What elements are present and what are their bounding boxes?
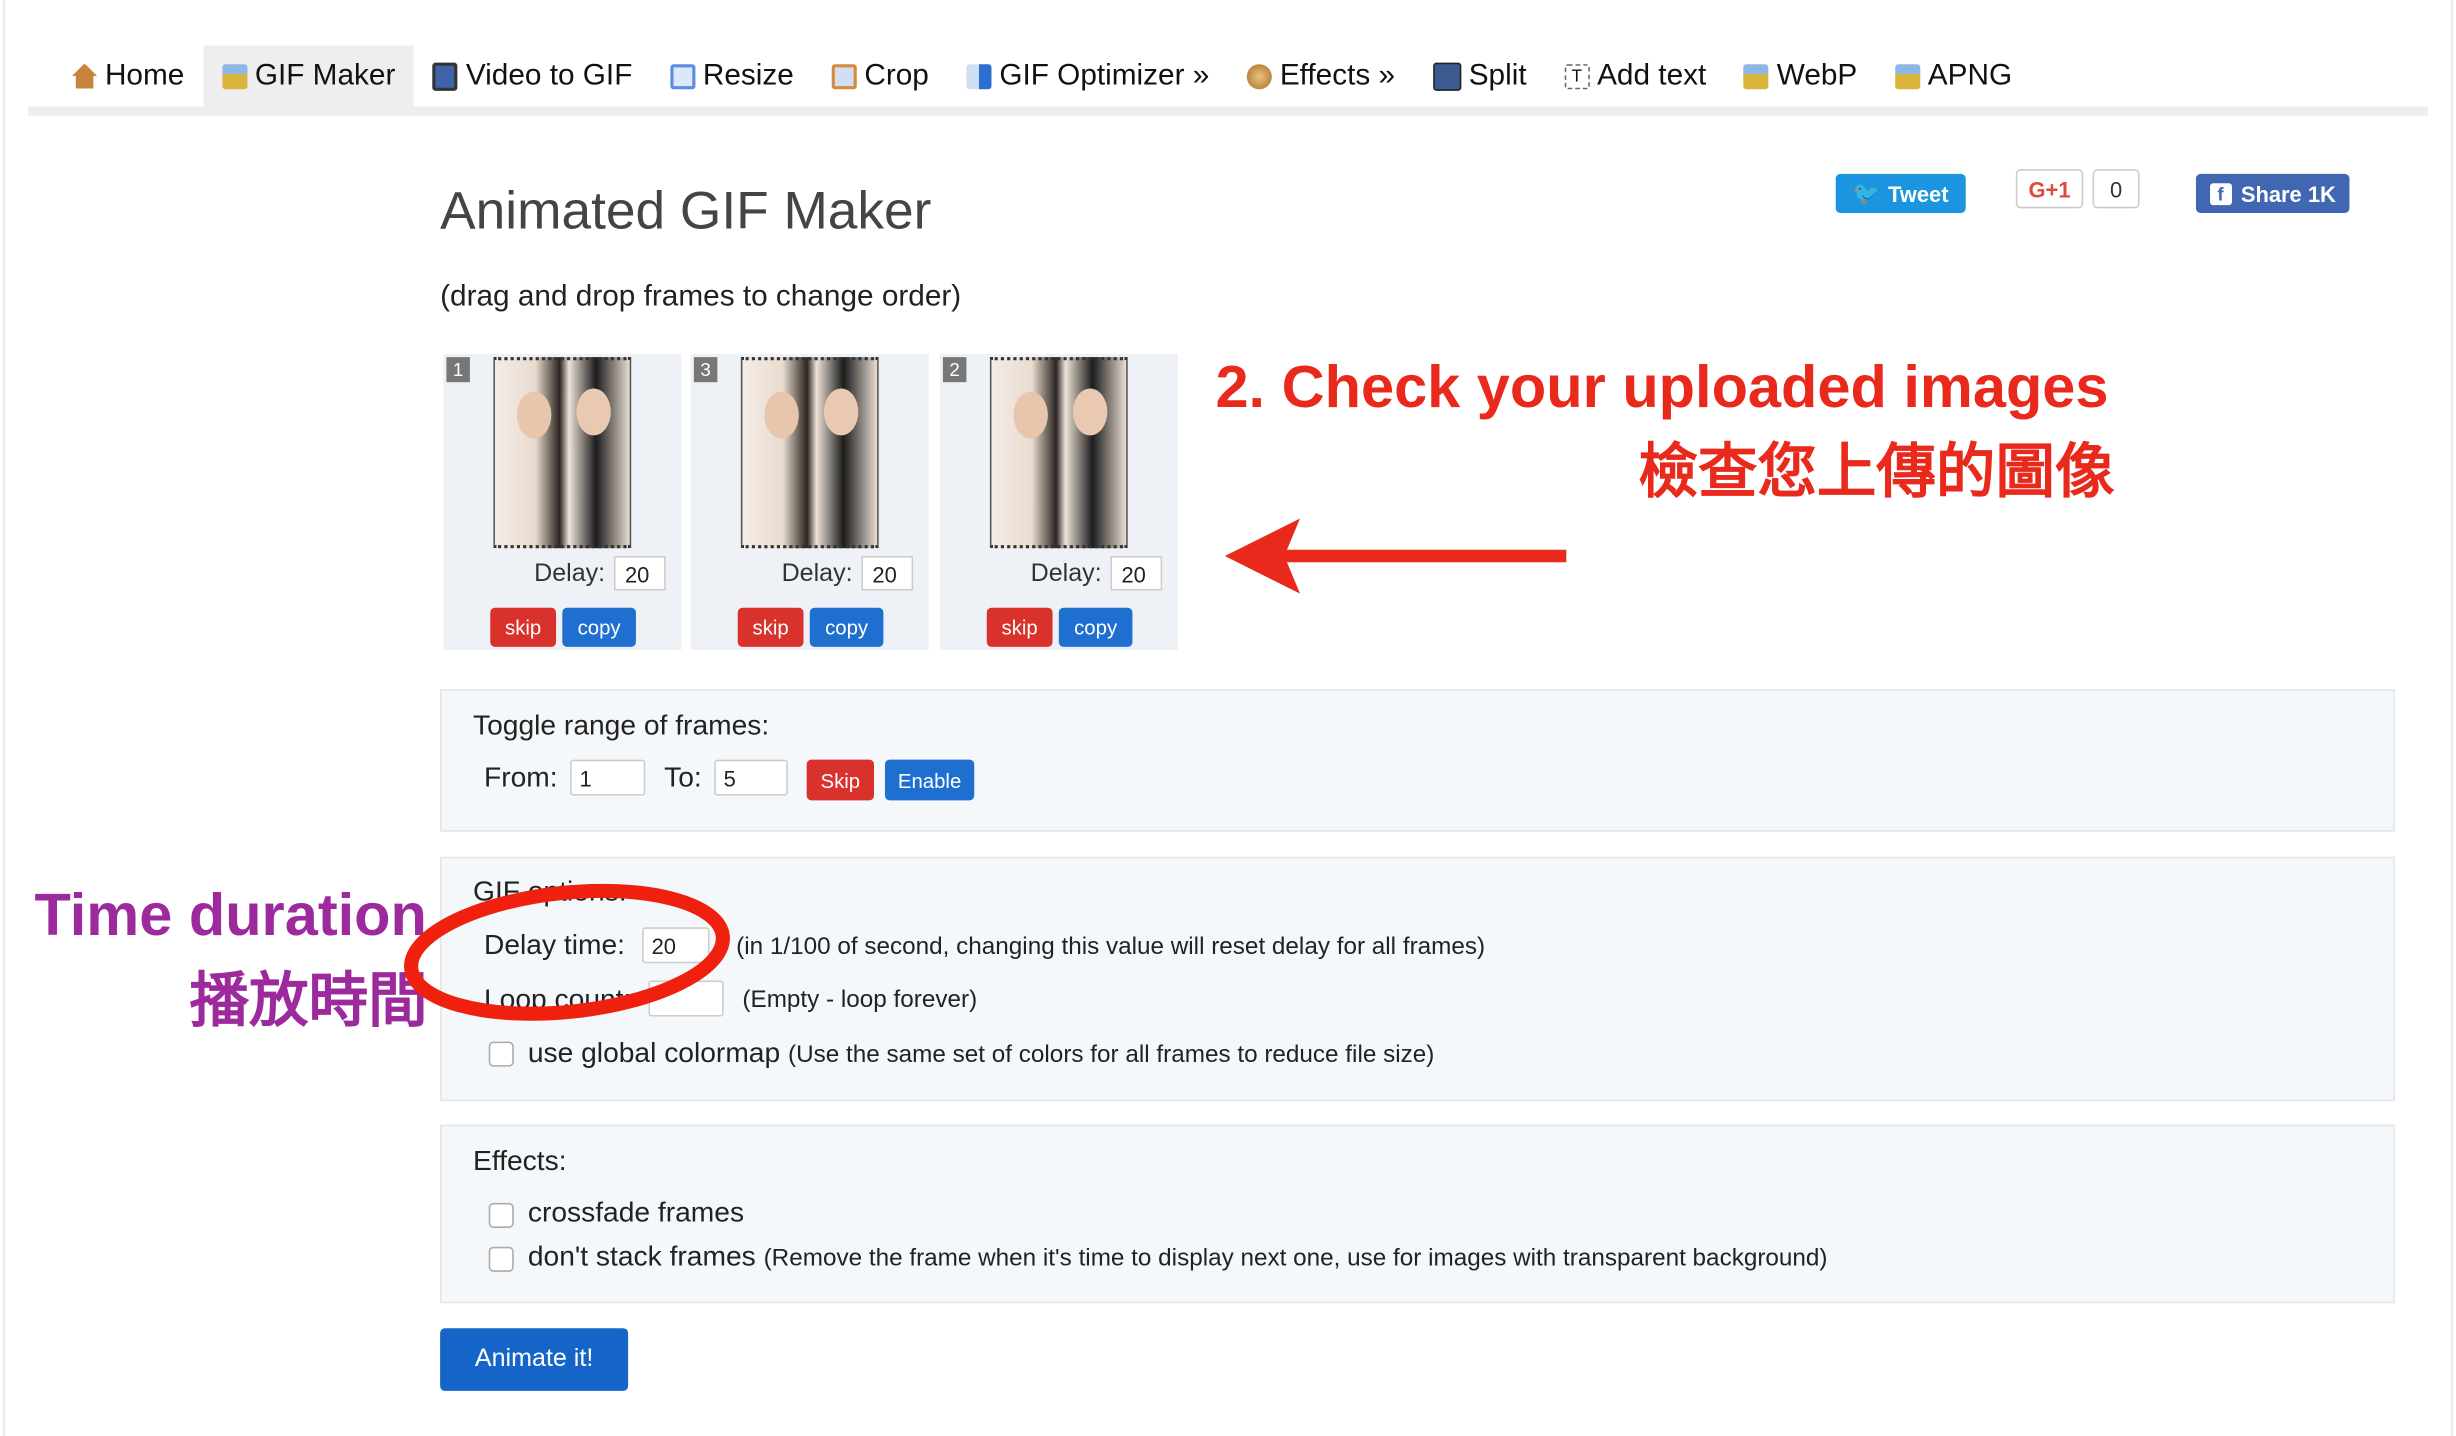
film-icon xyxy=(432,61,459,91)
copy-button[interactable]: copy xyxy=(809,607,884,647)
nav-label: GIF Optimizer » xyxy=(999,58,1210,92)
from-input[interactable]: 1 xyxy=(570,759,646,796)
nav-label: GIF Maker xyxy=(254,58,396,92)
arrow-left-icon xyxy=(1224,518,1567,594)
global-colormap-label: use global colormap (Use the same set of… xyxy=(528,1037,1435,1070)
share-label: Share 1K xyxy=(2240,180,2336,206)
tweet-label: Tweet xyxy=(1888,180,1949,206)
frame-delay-input[interactable]: 20 xyxy=(1110,556,1163,591)
skip-button[interactable]: skip xyxy=(490,607,557,647)
nav-gif-optimizer[interactable]: GIF Optimizer » xyxy=(948,45,1228,106)
dont-stack-label: don't stack frames (Remove the frame whe… xyxy=(528,1241,1828,1274)
crossfade-label: crossfade frames xyxy=(527,1196,745,1228)
to-label: To: xyxy=(664,761,702,793)
nav-split[interactable]: Split xyxy=(1414,45,1546,106)
effects-title: Effects: xyxy=(473,1144,567,1177)
from-label: From: xyxy=(483,761,558,793)
copy-button[interactable]: copy xyxy=(562,607,636,647)
effects-icon xyxy=(1246,63,1272,89)
nav-label: APNG xyxy=(1927,58,2013,92)
nav-label: Resize xyxy=(702,58,794,92)
frame-card[interactable]: 3 Delay: 20 skip copy xyxy=(690,353,929,651)
nav-label: Add text xyxy=(1597,58,1707,92)
dont-stack-label-text: don't stack frames xyxy=(527,1240,756,1272)
page: Home GIF Maker Video to GIF Resize Crop … xyxy=(0,0,2456,1436)
effects-panel: Effects: crossfade frames don't stack fr… xyxy=(440,1124,2395,1304)
frame-image[interactable] xyxy=(493,357,632,549)
to-input[interactable]: 5 xyxy=(714,759,788,796)
page-subtitle: (drag and drop frames to change order) xyxy=(440,280,962,314)
loop-count-hint: (Empty - loop forever) xyxy=(742,986,978,1014)
google-plus-button[interactable]: G+1 xyxy=(2015,169,2084,209)
nav-label: WebP xyxy=(1776,58,1858,92)
toggle-range-panel: Toggle range of frames: From: 1 To: 5 Sk… xyxy=(440,689,2395,832)
crossfade-checkbox[interactable] xyxy=(488,1202,514,1228)
animate-button[interactable]: Animate it! xyxy=(440,1328,629,1391)
nav-webp[interactable]: WebP xyxy=(1725,45,1876,106)
facebook-icon: f xyxy=(2209,182,2232,205)
annotation-check-en: 2. Check your uploaded images xyxy=(1215,355,2109,422)
delay-time-hint: (in 1/100 of second, changing this value… xyxy=(736,933,1486,961)
split-icon xyxy=(1432,61,1461,91)
enable-range-button[interactable]: Enable xyxy=(884,759,975,801)
frame-number: 3 xyxy=(693,357,718,383)
highlight-ellipse-icon xyxy=(404,883,730,1021)
frame-delay-input[interactable]: 20 xyxy=(613,556,666,591)
nav-label: Effects » xyxy=(1279,58,1396,92)
nav-crop[interactable]: Crop xyxy=(813,45,948,106)
page-title: Animated GIF Maker xyxy=(440,181,932,242)
frame-number: 1 xyxy=(446,357,470,383)
global-colormap-checkbox[interactable] xyxy=(488,1041,514,1067)
twitter-icon: 🐦 xyxy=(1852,180,1881,206)
copy-button[interactable]: copy xyxy=(1058,607,1133,647)
delay-label: Delay: xyxy=(1030,560,1102,588)
frame-card[interactable]: 2 Delay: 20 skip copy xyxy=(939,353,1178,651)
google-plus-count: 0 xyxy=(2092,169,2140,209)
tweet-button[interactable]: 🐦 Tweet xyxy=(1835,173,1966,214)
nav-apng[interactable]: APNG xyxy=(1876,45,2031,106)
nav-label: Crop xyxy=(864,58,929,92)
dont-stack-hint: (Remove the frame when it's time to disp… xyxy=(763,1245,1828,1272)
crop-icon xyxy=(831,63,857,89)
gif-maker-icon xyxy=(221,63,247,89)
skip-range-button[interactable]: Skip xyxy=(806,759,874,801)
delay-label: Delay: xyxy=(534,560,606,588)
optimizer-icon xyxy=(966,63,992,89)
frame-number: 2 xyxy=(942,357,967,383)
main-nav: Home GIF Maker Video to GIF Resize Crop … xyxy=(28,45,2031,107)
add-text-icon: T xyxy=(1564,63,1590,89)
apng-icon xyxy=(1894,63,1920,89)
dont-stack-checkbox[interactable] xyxy=(488,1246,514,1272)
delay-label: Delay: xyxy=(781,560,853,588)
colormap-hint: (Use the same set of colors for all fram… xyxy=(788,1041,1435,1069)
nav-video-to-gif[interactable]: Video to GIF xyxy=(414,45,651,106)
frame-card[interactable]: 1 Delay: 20 skip copy xyxy=(443,353,682,651)
nav-label: Video to GIF xyxy=(465,58,633,92)
facebook-share-button[interactable]: f Share 1K xyxy=(2195,173,2350,214)
frame-image[interactable] xyxy=(740,357,879,549)
skip-button[interactable]: skip xyxy=(986,607,1053,647)
skip-button[interactable]: skip xyxy=(737,607,804,647)
home-icon xyxy=(72,63,98,89)
page-border-left xyxy=(3,0,5,1436)
colormap-label-text: use global colormap xyxy=(527,1036,781,1069)
nav-divider xyxy=(28,106,2428,116)
nav-label: Split xyxy=(1468,58,1527,92)
resize-icon xyxy=(669,63,696,89)
frame-image[interactable] xyxy=(989,357,1128,549)
nav-effects[interactable]: Effects » xyxy=(1228,45,1414,106)
nav-resize[interactable]: Resize xyxy=(651,45,812,106)
annotation-time-en: Time duration xyxy=(34,883,427,950)
annotation-check-zh: 檢查您上傳的圖像 xyxy=(1638,440,2115,506)
webp-icon xyxy=(1743,63,1769,89)
nav-add-text[interactable]: T Add text xyxy=(1545,45,1725,106)
toggle-title: Toggle range of frames: xyxy=(473,709,770,741)
frame-delay-input[interactable]: 20 xyxy=(861,556,914,591)
page-border-right xyxy=(2451,0,2453,1436)
nav-gif-maker[interactable]: GIF Maker xyxy=(203,45,415,107)
nav-home[interactable]: Home xyxy=(28,45,203,106)
nav-label: Home xyxy=(104,58,185,92)
